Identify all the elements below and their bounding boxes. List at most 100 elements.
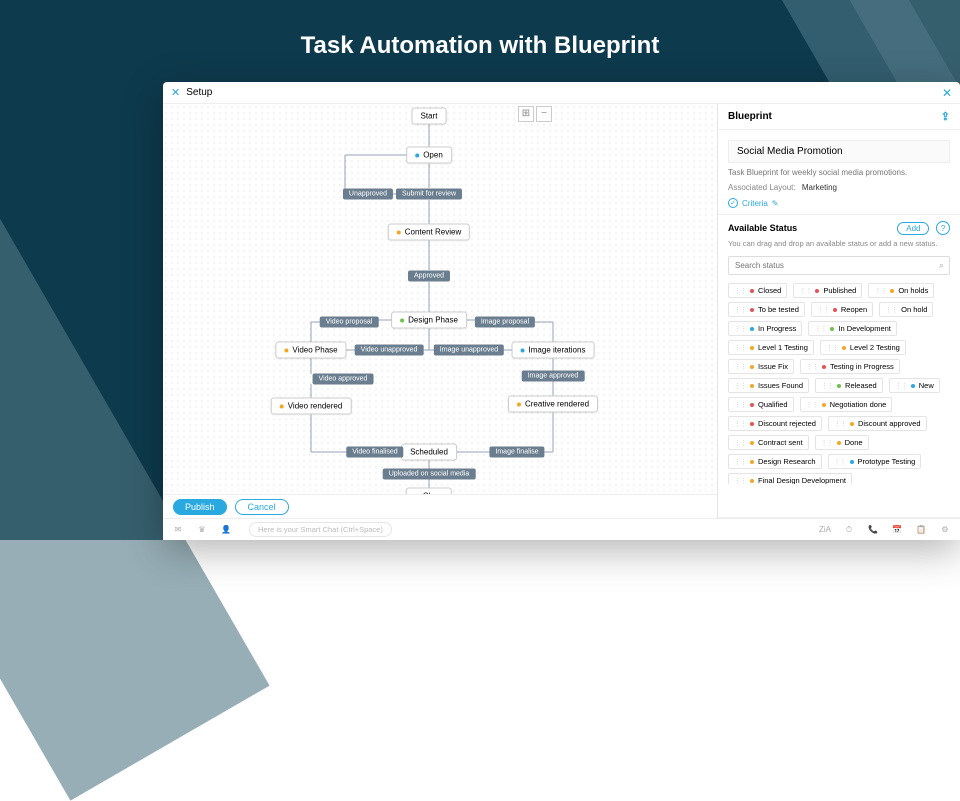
edge-label: Submit for review [396,189,462,200]
blueprint-description: Task Blueprint for weekly social media p… [728,163,950,177]
share-icon[interactable]: ⇪ [941,110,950,123]
drag-grip-icon: ⋮⋮ [826,344,838,352]
node-start[interactable]: Start [412,108,447,125]
drag-grip-icon: ⋮⋮ [734,382,746,390]
status-chip[interactable]: ⋮⋮In Progress [728,321,802,336]
status-chip[interactable]: ⋮⋮On hold [879,302,933,317]
user-icon[interactable]: 👤 [219,525,233,534]
node-image-iterations[interactable]: Image iterations [512,342,595,359]
status-dot [521,348,525,352]
edge-label: Video approved [313,374,374,385]
add-status-button[interactable]: Add [897,222,929,235]
status-chip[interactable]: ⋮⋮Design Research [728,454,822,469]
phone-icon[interactable]: 📞 [866,525,880,535]
drag-grip-icon: ⋮⋮ [734,477,746,485]
edge-label: Image unapproved [434,345,504,356]
blueprint-name[interactable]: Social Media Promotion [728,140,950,163]
status-chip[interactable]: ⋮⋮Released [815,378,883,393]
associated-layout: Associated Layout: Marketing [728,183,950,192]
status-dot [815,289,819,293]
status-dot [850,422,854,426]
search-row: ⌕ [728,256,950,275]
drag-grip-icon: ⋮⋮ [821,439,833,447]
status-chip[interactable]: ⋮⋮Prototype Testing [828,454,922,469]
status-chip[interactable]: ⋮⋮Final Design Development [728,473,852,484]
status-chip[interactable]: ⋮⋮Published [793,283,862,298]
chat-icon[interactable]: ✉ [171,525,185,534]
close-icon[interactable]: ✕ [942,86,952,100]
status-dot [400,318,404,322]
drag-grip-icon: ⋮⋮ [734,363,746,371]
clipboard-icon[interactable]: 📋 [914,525,928,535]
status-dot [397,230,401,234]
status-chip[interactable]: ⋮⋮On holds [868,283,934,298]
node-video-rendered[interactable]: Video rendered [271,398,352,415]
node-close[interactable]: Close [406,488,452,495]
status-chip[interactable]: ⋮⋮Closed [728,283,787,298]
status-dot [842,346,846,350]
zoom-in-button[interactable]: ⊞ [518,106,534,122]
status-chip[interactable]: ⋮⋮Negotiation done [800,397,893,412]
timer-icon[interactable]: ⏱ [842,525,856,535]
status-dot [850,460,854,464]
publish-button[interactable]: Publish [173,499,227,515]
node-video-phase[interactable]: Video Phase [275,342,346,359]
drag-grip-icon: ⋮⋮ [895,382,907,390]
node-content-review[interactable]: Content Review [388,224,470,241]
status-chip[interactable]: ⋮⋮Testing in Progress [800,359,900,374]
status-chip[interactable]: ⋮⋮Discount approved [828,416,927,431]
header-title: Setup [186,87,212,98]
edge-label: Image proposal [475,317,535,328]
status-dot [822,403,826,407]
smart-chat[interactable]: Here is your Smart Chat (Ctrl+Space) [249,522,392,537]
node-open[interactable]: Open [406,147,452,164]
drag-grip-icon: ⋮⋮ [885,306,897,314]
zia-icon[interactable]: ZiA [818,525,832,535]
edge-label: Video finalised [346,447,403,458]
status-dot [837,441,841,445]
status-chip[interactable]: ⋮⋮Discount rejected [728,416,822,431]
criteria-link[interactable]: ✓ Criteria ✎ [728,198,950,208]
status-chip[interactable]: ⋮⋮Contract sent [728,435,809,450]
status-dot [822,365,826,369]
status-chip[interactable]: ⋮⋮New [889,378,940,393]
edge-label: Image finalise [489,447,544,458]
sidebar-title: Blueprint [728,111,772,122]
drag-grip-icon: ⋮⋮ [734,287,746,295]
node-design-phase[interactable]: Design Phase [391,312,467,329]
status-dot [415,153,419,157]
edge-label: Video proposal [320,317,379,328]
settings-icon[interactable]: ⚙ [938,525,952,535]
zoom-out-button[interactable]: − [536,106,552,122]
drag-grip-icon: ⋮⋮ [806,363,818,371]
available-status-header: Available Status Add ? [728,221,950,235]
cancel-button[interactable]: Cancel [235,499,289,515]
edge-label: Approved [408,271,450,282]
status-dot [837,384,841,388]
help-icon[interactable]: ? [936,221,950,235]
status-chip[interactable]: ⋮⋮Issue Fix [728,359,794,374]
status-chip[interactable]: ⋮⋮Level 2 Testing [820,340,906,355]
status-dot [750,403,754,407]
search-icon: ⌕ [939,260,944,271]
status-chip[interactable]: ⋮⋮Qualified [728,397,794,412]
app-footer: ✉ ♛ 👤 Here is your Smart Chat (Ctrl+Spac… [163,518,960,540]
canvas-toolbar: ⊞ − [518,106,552,122]
calendar-icon[interactable]: 📅 [890,525,904,535]
status-chip[interactable]: ⋮⋮Issues Found [728,378,809,393]
node-scheduled[interactable]: Scheduled [401,444,457,461]
flowchart-canvas[interactable]: Start Open Content Review Design Phase Video… [163,104,717,494]
edit-icon[interactable]: ✎ [772,199,779,208]
app-window: ✕ Setup ✕ Start Open Content Review Design … [163,82,960,540]
edge-label: Image approved [522,371,585,382]
collab-icon[interactable]: ♛ [195,525,209,534]
setup-icon: ✕ [171,86,180,99]
node-creative-rendered[interactable]: Creative rendered [508,396,598,413]
status-chip[interactable]: ⋮⋮Level 1 Testing [728,340,814,355]
status-chip[interactable]: ⋮⋮To be tested [728,302,805,317]
status-chip[interactable]: ⋮⋮Reopen [811,302,873,317]
search-input[interactable] [728,256,950,275]
status-chip[interactable]: ⋮⋮Done [815,435,869,450]
status-chip[interactable]: ⋮⋮In Development [808,321,897,336]
status-dot [750,422,754,426]
